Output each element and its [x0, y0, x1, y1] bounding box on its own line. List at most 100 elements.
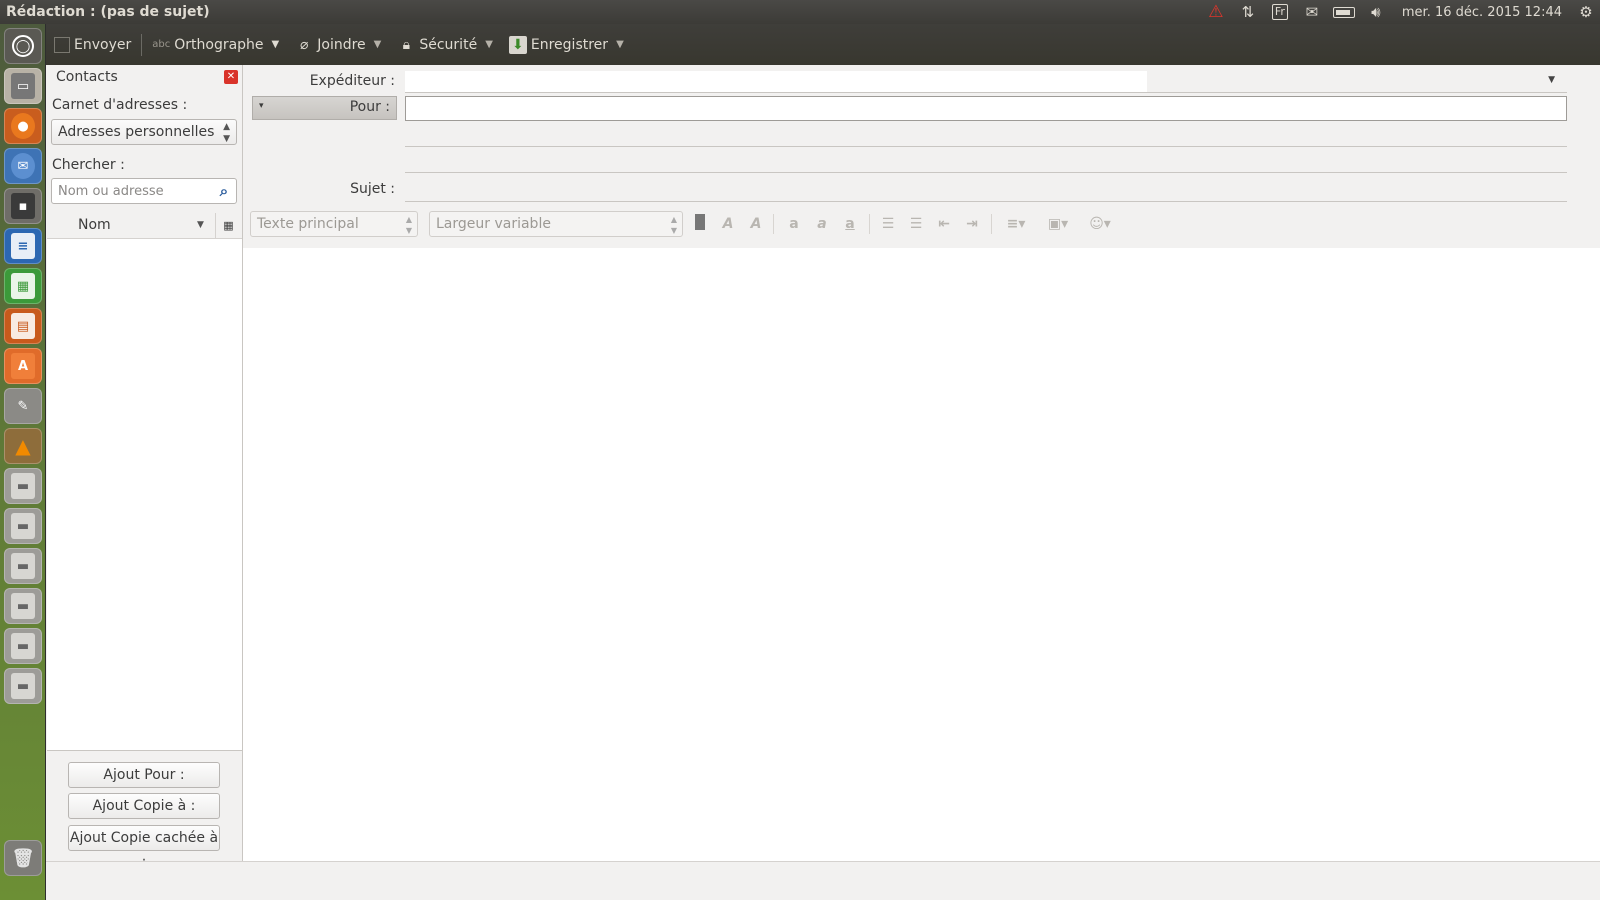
chevron-down-icon[interactable]: ▼ [481, 39, 497, 50]
volume-icon[interactable]: 🔊︎ [1360, 0, 1392, 24]
mail-icon[interactable]: ✉ [1296, 0, 1328, 24]
sort-arrow-icon[interactable]: ▼ [197, 220, 204, 230]
search-label: Chercher : [52, 157, 125, 173]
toolbar-separator [141, 33, 143, 56]
chevron-down-icon: ▾ [259, 101, 264, 111]
smiley-icon[interactable]: ☺▾ [1085, 214, 1115, 234]
font-select[interactable]: Largeur variable ▲ ▼ [429, 211, 683, 237]
subject-input[interactable] [405, 201, 1567, 202]
recipient-row-empty[interactable] [405, 146, 1567, 147]
paperclip-icon: ⌀ [300, 36, 309, 53]
security-button[interactable]: 🔒︎ Sécurité ▼ [391, 24, 503, 65]
font-value: Largeur variable [436, 216, 551, 232]
outdent-icon[interactable]: ⇤ [933, 214, 955, 234]
contact-list[interactable] [47, 239, 242, 751]
font-smaller-icon[interactable]: A [717, 214, 739, 234]
text-color-icon[interactable] [689, 214, 711, 234]
dash-icon[interactable]: ◯ [4, 28, 42, 64]
calc-icon[interactable]: ▦ [4, 268, 42, 304]
drive-icon[interactable]: ▬ [4, 628, 42, 664]
drive-icon[interactable]: ▬ [4, 468, 42, 504]
terminal-icon[interactable]: ▪ [4, 188, 42, 224]
insert-icon[interactable]: ▣▾ [1043, 214, 1073, 234]
chevron-down-icon[interactable]: ▼ [268, 39, 284, 50]
battery-icon[interactable] [1328, 0, 1360, 24]
message-body-editor[interactable] [243, 248, 1600, 861]
column-header-name[interactable]: Nom [78, 217, 111, 233]
attach-button[interactable]: ⌀ Joindre ▼ [289, 24, 391, 65]
trash-icon[interactable]: 🗑︎ [4, 840, 42, 876]
search-box: ⌕ [51, 178, 237, 204]
software-center-icon[interactable]: A [4, 348, 42, 384]
search-input[interactable] [52, 179, 212, 203]
contact-list-header: Nom ▼ ▦ [47, 213, 242, 239]
recipient-row-empty[interactable] [405, 172, 1567, 173]
add-cc-button[interactable]: Ajout Copie à : [68, 793, 220, 819]
indent-icon[interactable]: ⇥ [961, 214, 983, 234]
from-label: Expéditeur : [309, 73, 395, 89]
compose-toolbar: Envoyer abc Orthographe ▼ ⌀ Joindre ▼ 🔒︎… [46, 24, 1600, 65]
clock[interactable]: mer. 16 déc. 2015 12:44 [1392, 5, 1572, 20]
paragraph-style-value: Texte principal [257, 216, 359, 232]
network-icon[interactable]: ⇅ [1232, 0, 1264, 24]
security-label: Sécurité [419, 36, 478, 53]
addressbook-select[interactable]: Adresses personnelles ▲ ▼ [51, 119, 237, 145]
from-value [405, 71, 1147, 92]
drive-icon[interactable]: ▬ [4, 588, 42, 624]
spinner-arrows-icon: ▲ ▼ [223, 122, 230, 144]
to-input[interactable] [405, 96, 1567, 121]
bullet-list-icon[interactable]: ☰ [877, 214, 899, 234]
column-picker-icon[interactable]: ▦ [215, 213, 241, 239]
subject-label: Sujet : [350, 181, 395, 197]
chevron-down-icon[interactable]: ▼ [370, 39, 386, 50]
vlc-icon[interactable]: ▲ [4, 428, 42, 464]
contacts-sidebar: Contacts ✕ Carnet d'adresses : Adresses … [46, 65, 243, 870]
keyboard-icon[interactable]: Fr [1264, 0, 1296, 24]
bold-icon[interactable]: a [783, 214, 805, 234]
drive-icon[interactable]: ▬ [4, 508, 42, 544]
files-icon[interactable]: ▭ [4, 68, 42, 104]
save-icon: ⬇ [508, 35, 527, 54]
spinner-arrows-icon: ▲ ▼ [670, 215, 677, 235]
save-button[interactable]: ⬇ Enregistrer ▼ [503, 24, 634, 65]
spelling-label: Orthographe [174, 36, 264, 53]
spelling-button[interactable]: abc Orthographe ▼ [146, 24, 289, 65]
italic-icon[interactable]: a [811, 214, 833, 234]
gear-icon[interactable]: ⚙ [1572, 0, 1600, 24]
drive-icon[interactable]: ▬ [4, 548, 42, 584]
attach-label: Joindre [317, 36, 366, 53]
format-toolbar: Texte principal ▲ ▼ Largeur variable ▲ ▼ A… [243, 210, 1600, 240]
chevron-down-icon[interactable]: ▼ [1548, 75, 1555, 85]
send-button[interactable]: Envoyer [46, 24, 137, 65]
addressbook-label: Carnet d'adresses : [52, 97, 188, 113]
align-icon[interactable]: ≡▾ [1001, 214, 1031, 234]
toolbar-separator [991, 214, 992, 234]
paragraph-style-select[interactable]: Texte principal ▲ ▼ [250, 211, 418, 237]
send-icon [54, 36, 70, 53]
spellcheck-icon: abc [152, 39, 171, 50]
settings-icon[interactable]: ✎ [4, 388, 42, 424]
add-bcc-button[interactable]: Ajout Copie cachée à : [68, 825, 220, 870]
numbered-list-icon[interactable]: ☰ [905, 214, 927, 234]
recipient-type-select[interactable]: ▾ Pour : [252, 96, 397, 120]
impress-icon[interactable]: ▤ [4, 308, 42, 344]
close-icon[interactable]: ✕ [224, 70, 238, 84]
font-larger-icon[interactable]: A [745, 214, 767, 234]
lock-icon: 🔒︎ [402, 36, 411, 53]
underline-icon[interactable]: a [839, 214, 861, 234]
thunderbird-icon[interactable]: ✉ [4, 148, 42, 184]
from-select[interactable]: ▼ [405, 71, 1567, 93]
top-panel: Rédaction : (pas de sujet) ⚠ ⇅ Fr ✉ 🔊︎ m… [0, 0, 1600, 24]
add-to-button[interactable]: Ajout Pour : [68, 762, 220, 788]
send-label: Envoyer [74, 36, 132, 53]
chevron-down-icon[interactable]: ▼ [612, 39, 628, 50]
launcher: ◯ ▭ ● ✉ ▪ ≡ ▦ ▤ A ✎ ▲ ▬ ▬ ▬ ▬ ▬ ▬ 🗑︎ [0, 24, 46, 900]
warning-icon[interactable]: ⚠ [1200, 0, 1232, 24]
firefox-icon[interactable]: ● [4, 108, 42, 144]
addressbook-value: Adresses personnelles [58, 124, 215, 140]
toolbar-separator [869, 214, 870, 234]
drive-icon[interactable]: ▬ [4, 668, 42, 704]
search-icon[interactable]: ⌕ [215, 182, 233, 200]
keyboard-layout: Fr [1271, 4, 1288, 20]
writer-icon[interactable]: ≡ [4, 228, 42, 264]
